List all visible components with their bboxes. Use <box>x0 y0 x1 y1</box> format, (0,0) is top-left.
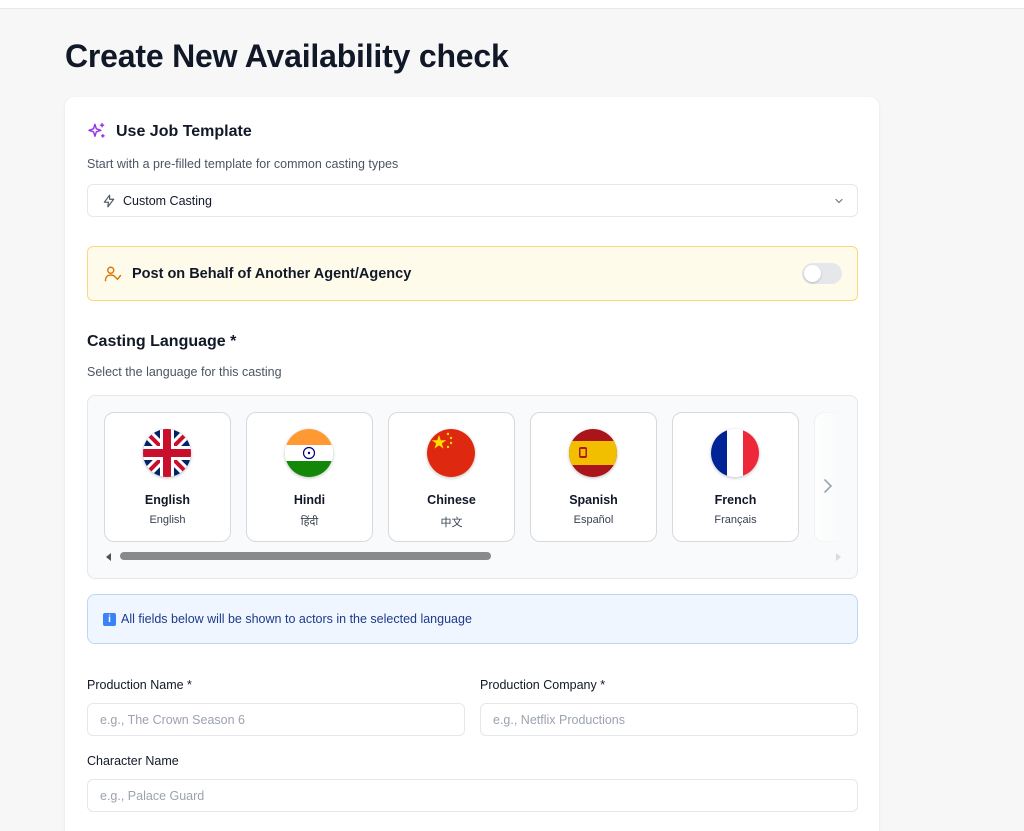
form-card: Use Job Template Start with a pre-filled… <box>65 97 879 831</box>
china-flag-icon <box>427 429 475 477</box>
page-title: Create New Availability check <box>65 38 509 74</box>
scroll-left-arrow[interactable] <box>106 553 111 561</box>
spain-flag-icon <box>569 429 617 477</box>
character-name-input[interactable] <box>87 779 858 812</box>
language-option-french[interactable]: French Français <box>672 412 799 542</box>
language-name: Spanish <box>569 493 618 507</box>
template-subtitle: Start with a pre-filled template for com… <box>87 157 399 171</box>
language-option-chinese[interactable]: Chinese 中文 <box>388 412 515 542</box>
uk-flag-icon <box>143 429 191 477</box>
behalf-label: Post on Behalf of Another Agent/Agency <box>132 265 412 282</box>
language-carousel: English English Hindi हिंदी Chinese 中文 S… <box>87 395 858 579</box>
chevron-right-icon[interactable] <box>821 476 835 496</box>
toggle-knob <box>804 265 821 282</box>
language-option-english[interactable]: English English <box>104 412 231 542</box>
scrollbar-thumb[interactable] <box>120 552 491 560</box>
production-company-input[interactable] <box>480 703 858 736</box>
language-title: Casting Language * <box>87 333 237 350</box>
horizontal-scrollbar[interactable] <box>106 552 841 561</box>
sparkles-icon <box>88 122 105 138</box>
language-name: French <box>714 493 757 507</box>
france-flag-icon <box>711 429 759 477</box>
info-banner: i All fields below will be shown to acto… <box>87 594 858 644</box>
language-option-hindi[interactable]: Hindi हिंदी <box>246 412 373 542</box>
india-flag-icon <box>285 429 333 477</box>
template-select[interactable]: Custom Casting <box>87 184 858 217</box>
behalf-panel: Post on Behalf of Another Agent/Agency <box>87 246 858 301</box>
info-icon: i <box>103 612 116 626</box>
character-name-label: Character Name <box>87 754 179 768</box>
language-native: Español <box>573 514 614 526</box>
behalf-toggle[interactable] <box>802 263 842 284</box>
language-name: English <box>144 493 191 507</box>
language-native: 中文 <box>440 517 463 529</box>
language-option-spanish[interactable]: Spanish Español <box>530 412 657 542</box>
production-name-input[interactable] <box>87 703 465 736</box>
scroll-right-arrow[interactable] <box>836 553 841 561</box>
chevron-down-icon <box>835 198 843 204</box>
language-native: हिंदी <box>300 516 319 528</box>
production-name-label: Production Name * <box>87 678 192 692</box>
info-text: All fields below will be shown to actors… <box>121 612 472 626</box>
bolt-icon <box>103 194 115 207</box>
language-subtitle: Select the language for this casting <box>87 365 282 379</box>
language-native: Français <box>714 514 757 526</box>
user-check-icon <box>104 266 122 281</box>
production-company-label: Production Company * <box>480 678 606 692</box>
top-bar <box>0 0 1024 9</box>
language-name: Hindi <box>293 493 326 507</box>
template-select-value: Custom Casting <box>123 193 212 208</box>
language-native: English <box>149 514 186 526</box>
template-title: Use Job Template <box>116 122 252 140</box>
language-name: Chinese <box>427 493 476 507</box>
template-header: Use Job Template <box>87 122 252 141</box>
